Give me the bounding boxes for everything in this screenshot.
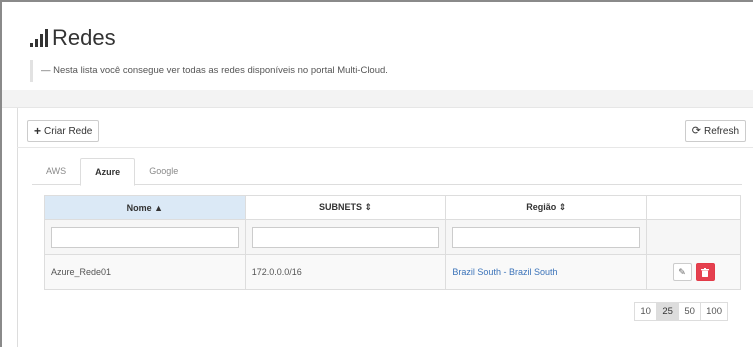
refresh-button[interactable]: ⟳ Refresh [684, 120, 746, 142]
page-title: Redes [52, 25, 116, 50]
filter-input-nome[interactable] [51, 226, 239, 248]
delete-button[interactable] [695, 263, 715, 281]
filter-cell-subnets [244, 219, 447, 255]
page-header: Redes — Nesta lista você consegue ver to… [2, 2, 753, 90]
filter-input-subnets[interactable] [251, 226, 440, 248]
filter-cell-actions [646, 219, 741, 255]
networks-table: Nome ▲ SUBNETS ⇕ Região ⇕ Azure_Rede01 1… [44, 195, 741, 290]
column-header-nome[interactable]: Nome ▲ [44, 195, 246, 220]
create-network-label: Criar Rede [44, 125, 93, 137]
page-size-option[interactable]: 10 [634, 302, 658, 321]
filter-cell-nome [44, 219, 246, 255]
create-network-button[interactable]: + Criar Rede [27, 120, 100, 142]
region-link[interactable]: Brazil South - Brazil South [452, 267, 557, 277]
refresh-icon: ⟳ [691, 125, 701, 137]
page-size-option[interactable]: 100 [700, 302, 728, 321]
table-header-row: Nome ▲ SUBNETS ⇕ Região ⇕ [44, 195, 741, 220]
filter-row [44, 219, 741, 255]
edit-button[interactable]: ✎ [672, 263, 692, 281]
cell-nome: Azure_Rede01 [44, 254, 246, 290]
signal-bars-icon [30, 29, 48, 47]
tab-google[interactable]: Google [135, 158, 192, 185]
refresh-label: Refresh [703, 125, 739, 137]
edit-icon: ✎ [678, 266, 686, 277]
filter-input-regiao[interactable] [452, 226, 641, 248]
page-description: — Nesta lista você consegue ver todas as… [30, 60, 388, 82]
tab-aws[interactable]: AWS [32, 158, 80, 185]
cell-actions: ✎ [646, 254, 741, 290]
plus-icon: + [34, 124, 42, 138]
provider-tabs: AWS Azure Google [32, 158, 742, 186]
trash-icon [701, 267, 710, 277]
column-header-actions [646, 195, 741, 220]
column-header-regiao[interactable]: Região ⇕ [445, 195, 648, 220]
page-size-selector: 10 25 50 100 [634, 302, 728, 321]
tab-azure[interactable]: Azure [80, 158, 136, 186]
page-size-option-selected[interactable]: 25 [656, 302, 680, 321]
toolbar: + Criar Rede ⟳ Refresh [17, 108, 753, 148]
filter-cell-regiao [445, 219, 648, 255]
column-header-subnets[interactable]: SUBNETS ⇕ [244, 195, 447, 220]
cell-regiao: Brazil South - Brazil South [445, 254, 648, 290]
row-actions: ✎ [653, 263, 734, 281]
title-wrap: Redes [30, 26, 116, 50]
page-size-option[interactable]: 50 [678, 302, 702, 321]
table-row: Azure_Rede01 172.0.0.0/16 Brazil South -… [44, 254, 741, 290]
section-divider [2, 90, 753, 108]
cell-subnets: 172.0.0.0/16 [244, 254, 447, 290]
